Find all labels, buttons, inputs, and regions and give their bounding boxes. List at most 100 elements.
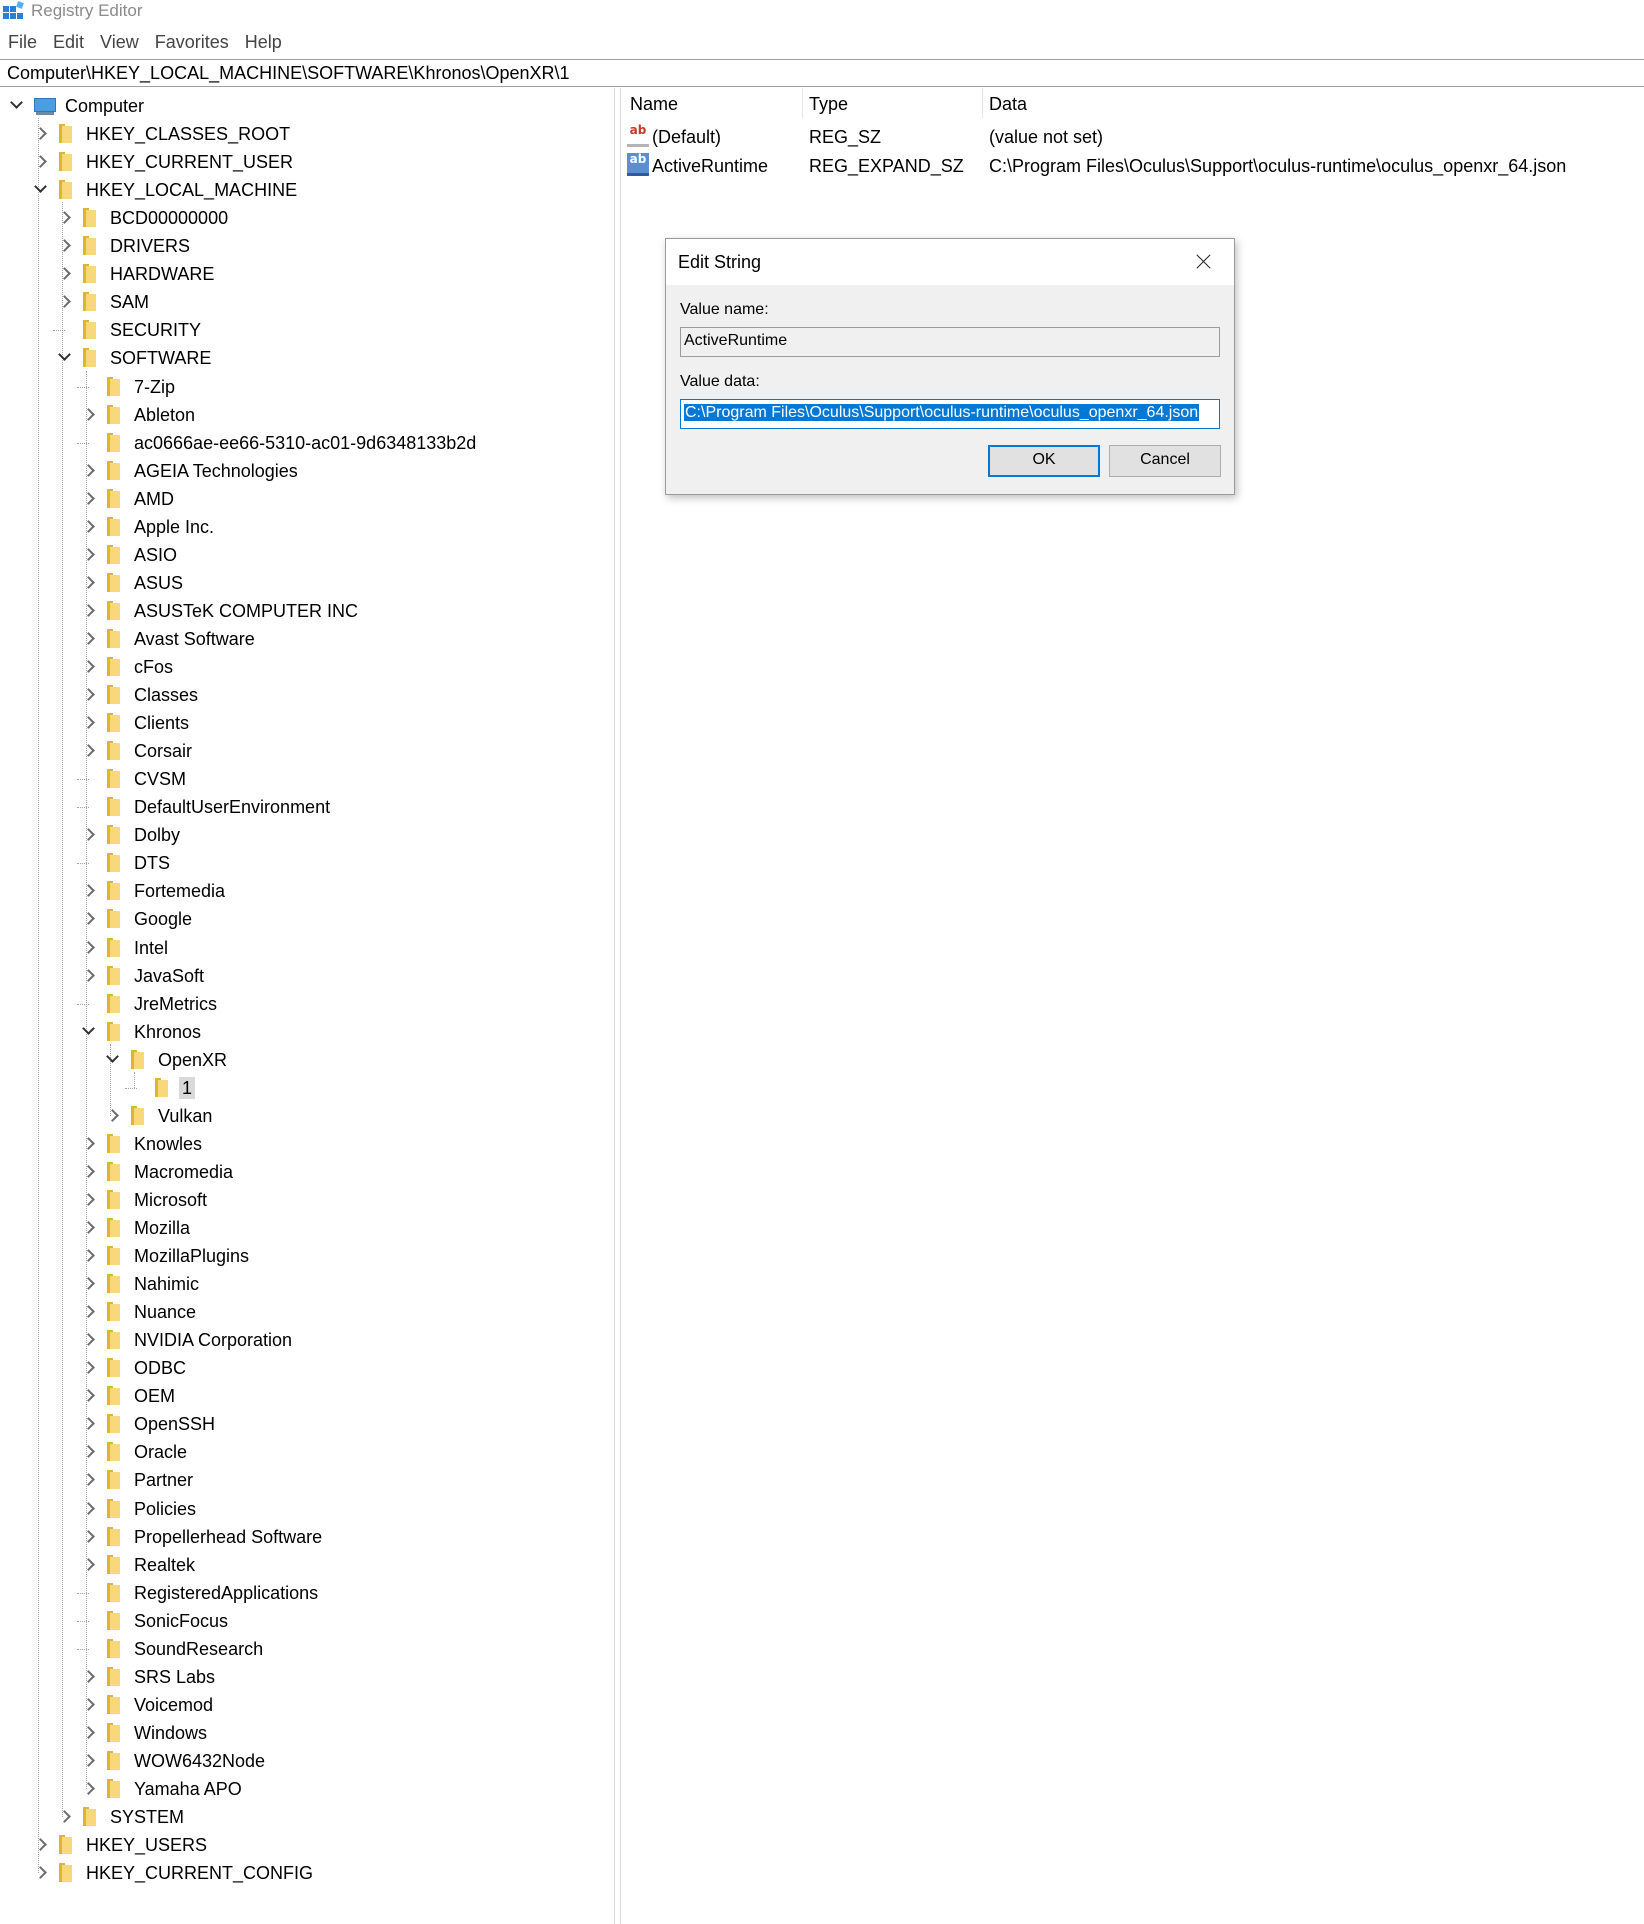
chevron-down-icon[interactable] <box>8 97 26 115</box>
chevron-right-icon[interactable] <box>80 939 98 957</box>
tree-item-label[interactable]: SRS Labs <box>131 1666 218 1688</box>
tree-item[interactable]: HKEY_CURRENT_CONFIG <box>32 1859 316 1887</box>
value-name-field[interactable]: ActiveRuntime <box>680 327 1220 357</box>
tree-item-label[interactable]: SYSTEM <box>107 1806 187 1828</box>
chevron-right-icon[interactable] <box>32 153 50 171</box>
menu-edit[interactable]: Edit <box>45 30 92 56</box>
tree-item-label[interactable]: cFos <box>131 656 176 678</box>
tree-item-label[interactable]: ASUS <box>131 572 186 594</box>
column-divider[interactable] <box>802 88 803 118</box>
chevron-right-icon[interactable] <box>80 1443 98 1461</box>
chevron-right-icon[interactable] <box>56 237 74 255</box>
tree-item[interactable]: Computer <box>8 92 147 120</box>
chevron-right-icon[interactable] <box>104 1107 122 1125</box>
chevron-right-icon[interactable] <box>80 1556 98 1574</box>
chevron-right-icon[interactable] <box>80 630 98 648</box>
tree-item[interactable]: RegisteredApplications <box>80 1579 321 1607</box>
chevron-right-icon[interactable] <box>80 546 98 564</box>
chevron-down-icon[interactable] <box>104 1051 122 1069</box>
tree-item[interactable]: DefaultUserEnvironment <box>80 793 333 821</box>
tree-item[interactable]: ASUS <box>80 569 186 597</box>
tree-item-label[interactable]: RegisteredApplications <box>131 1582 321 1604</box>
tree-item[interactable]: Macromedia <box>80 1158 236 1186</box>
tree-item[interactable]: Apple Inc. <box>80 513 217 541</box>
tree-item[interactable]: WOW6432Node <box>80 1747 268 1775</box>
menu-file[interactable]: File <box>0 30 45 56</box>
tree-item[interactable]: Ableton <box>80 401 198 429</box>
tree-item[interactable]: JreMetrics <box>80 990 220 1018</box>
tree-item-label[interactable]: MozillaPlugins <box>131 1245 252 1267</box>
tree-item[interactable]: HARDWARE <box>56 260 217 288</box>
tree-item[interactable]: ASUSTeK COMPUTER INC <box>80 597 361 625</box>
tree-item[interactable]: Dolby <box>80 821 183 849</box>
address-path[interactable]: Computer\HKEY_LOCAL_MACHINE\SOFTWARE\Khr… <box>7 63 570 83</box>
chevron-right-icon[interactable] <box>80 1780 98 1798</box>
tree-item[interactable]: ODBC <box>80 1354 189 1382</box>
column-divider[interactable] <box>982 88 983 118</box>
value-data-field[interactable]: C:\Program Files\Oculus\Support\oculus-r… <box>680 399 1220 429</box>
dialog-title-bar[interactable]: Edit String <box>666 239 1234 285</box>
tree-item-label[interactable]: Clients <box>131 712 192 734</box>
tree-item-label[interactable]: SoundResearch <box>131 1638 266 1660</box>
tree-item[interactable]: Avast Software <box>80 625 258 653</box>
tree-item[interactable]: cFos <box>80 653 176 681</box>
value-row-activeruntime[interactable]: ab ActiveRuntime REG_EXPAND_SZ C:\Progra… <box>621 153 1641 179</box>
tree-item[interactable]: Realtek <box>80 1551 198 1579</box>
tree-item-label[interactable]: OpenSSH <box>131 1413 218 1435</box>
tree-item[interactable]: Clients <box>80 709 192 737</box>
chevron-right-icon[interactable] <box>80 686 98 704</box>
chevron-right-icon[interactable] <box>80 1163 98 1181</box>
chevron-right-icon[interactable] <box>80 826 98 844</box>
tree-item-label[interactable]: AGEIA Technologies <box>131 460 301 482</box>
chevron-right-icon[interactable] <box>80 462 98 480</box>
chevron-right-icon[interactable] <box>80 602 98 620</box>
tree-item[interactable]: Intel <box>80 934 171 962</box>
tree-item-label[interactable]: SECURITY <box>107 319 204 341</box>
tree-item-label[interactable]: Microsoft <box>131 1189 210 1211</box>
tree-item-label[interactable]: Realtek <box>131 1554 198 1576</box>
tree-item-label[interactable]: SonicFocus <box>131 1610 231 1632</box>
chevron-right-icon[interactable] <box>80 910 98 928</box>
chevron-right-icon[interactable] <box>80 1135 98 1153</box>
tree-item[interactable]: Nahimic <box>80 1270 202 1298</box>
pane-splitter[interactable] <box>614 88 621 1924</box>
tree-item[interactable]: HKEY_LOCAL_MACHINE <box>32 176 300 204</box>
tree-item-label[interactable]: CVSM <box>131 768 189 790</box>
tree-item[interactable]: AGEIA Technologies <box>80 457 301 485</box>
chevron-right-icon[interactable] <box>56 1808 74 1826</box>
tree-item[interactable]: Partner <box>80 1466 196 1494</box>
column-header-type[interactable]: Type <box>809 93 848 115</box>
tree-item-label[interactable]: SOFTWARE <box>107 347 214 369</box>
tree-item-label[interactable]: WOW6432Node <box>131 1750 268 1772</box>
tree-item-label[interactable]: Classes <box>131 684 201 706</box>
tree-item-label[interactable]: Macromedia <box>131 1161 236 1183</box>
chevron-right-icon[interactable] <box>80 574 98 592</box>
chevron-down-icon[interactable] <box>32 181 50 199</box>
chevron-right-icon[interactable] <box>32 1836 50 1854</box>
tree-item[interactable]: AMD <box>80 485 177 513</box>
tree-item[interactable]: SECURITY <box>56 316 204 344</box>
tree-item[interactable]: OpenSSH <box>80 1410 218 1438</box>
chevron-right-icon[interactable] <box>80 1471 98 1489</box>
chevron-right-icon[interactable] <box>80 1359 98 1377</box>
tree-item[interactable]: DRIVERS <box>56 232 193 260</box>
tree-item[interactable]: Fortemedia <box>80 877 228 905</box>
tree-item-label[interactable]: Partner <box>131 1469 196 1491</box>
tree-item[interactable]: SRS Labs <box>80 1663 218 1691</box>
chevron-right-icon[interactable] <box>80 1247 98 1265</box>
tree-item[interactable]: HKEY_CURRENT_USER <box>32 148 296 176</box>
chevron-right-icon[interactable] <box>80 1275 98 1293</box>
tree-item-label[interactable]: Computer <box>62 95 147 117</box>
tree-item[interactable]: NVIDIA Corporation <box>80 1326 295 1354</box>
tree-item-label[interactable]: Avast Software <box>131 628 258 650</box>
chevron-right-icon[interactable] <box>80 1528 98 1546</box>
tree-item-label[interactable]: HKEY_CURRENT_CONFIG <box>83 1862 316 1884</box>
chevron-right-icon[interactable] <box>32 125 50 143</box>
tree-item[interactable]: DTS <box>80 849 173 877</box>
tree-item[interactable]: 7-Zip <box>80 373 178 401</box>
tree-item[interactable]: CVSM <box>80 765 189 793</box>
tree-item-label[interactable]: OEM <box>131 1385 178 1407</box>
chevron-right-icon[interactable] <box>80 1668 98 1686</box>
tree-item[interactable]: Corsair <box>80 737 195 765</box>
chevron-right-icon[interactable] <box>56 209 74 227</box>
